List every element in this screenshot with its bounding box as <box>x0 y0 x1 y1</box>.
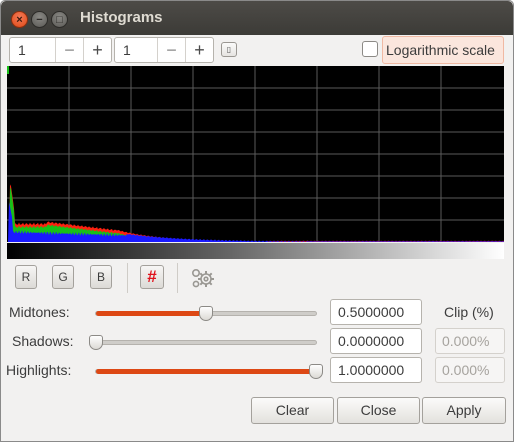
gears-icon[interactable] <box>188 266 216 290</box>
blue-channel-toggle[interactable]: B <box>90 265 112 289</box>
grid-toggle-button[interactable]: # <box>140 265 164 289</box>
histogram-plot <box>7 66 504 242</box>
midtones-slider-fill <box>96 311 206 316</box>
shadows-slider[interactable] <box>89 335 317 350</box>
separator <box>177 263 178 293</box>
red-channel-toggle[interactable]: R <box>15 265 37 289</box>
first-spinbox-increment-button[interactable]: + <box>83 38 111 62</box>
first-spinbox[interactable]: 1 − + <box>9 37 112 63</box>
clip-percent-label: Clip (%) <box>444 304 494 320</box>
shadows-clip-field: 0.000% <box>435 328 505 354</box>
midtones-label: Midtones: <box>9 304 70 320</box>
highlights-clip-field: 0.000% <box>435 357 505 383</box>
second-spinbox-value[interactable]: 1 <box>115 38 157 62</box>
shadows-label: Shadows: <box>12 333 74 349</box>
close-button[interactable]: Close <box>337 397 420 424</box>
histogram-grid <box>7 66 504 242</box>
green-channel-toggle[interactable]: G <box>52 265 74 289</box>
shadows-slider-thumb[interactable] <box>89 335 103 350</box>
highlights-label: Highlights: <box>6 362 72 378</box>
midtones-slider[interactable] <box>95 306 317 321</box>
midtones-value-field[interactable]: 0.5000000 <box>330 299 422 325</box>
copy-icon-button[interactable]: ▯ <box>221 42 237 57</box>
second-spinbox-increment-button[interactable]: + <box>185 38 213 62</box>
first-spinbox-value[interactable]: 1 <box>10 38 55 62</box>
window-title: Histograms <box>80 9 163 26</box>
histogram-clip-marker <box>7 66 9 74</box>
midtones-slider-thumb[interactable] <box>199 306 213 321</box>
minimize-window-button[interactable]: − <box>31 11 48 28</box>
apply-button[interactable]: Apply <box>422 397 506 424</box>
highlights-slider-thumb[interactable] <box>309 364 323 379</box>
maximize-window-button[interactable]: □ <box>51 11 68 28</box>
logarithmic-scale-label[interactable]: Logarithmic scale <box>382 36 504 64</box>
logarithmic-scale-checkbox[interactable] <box>362 41 378 57</box>
highlights-slider-fill <box>96 369 316 374</box>
title-bar[interactable]: × − □ Histograms <box>1 1 513 35</box>
luminance-gradient-bar <box>7 243 504 259</box>
highlights-value-field[interactable]: 1.0000000 <box>330 357 422 383</box>
second-spinbox[interactable]: 1 − + <box>114 37 214 63</box>
close-window-button[interactable]: × <box>11 11 28 28</box>
separator <box>127 263 128 293</box>
histograms-window: × − □ Histograms 1 − + 1 − + ▯ Logarithm… <box>0 0 514 442</box>
first-spinbox-decrement-button[interactable]: − <box>55 38 83 62</box>
highlights-slider[interactable] <box>95 364 323 379</box>
shadows-value-field[interactable]: 0.0000000 <box>330 328 422 354</box>
second-spinbox-decrement-button[interactable]: − <box>157 38 185 62</box>
clear-button[interactable]: Clear <box>251 397 334 424</box>
